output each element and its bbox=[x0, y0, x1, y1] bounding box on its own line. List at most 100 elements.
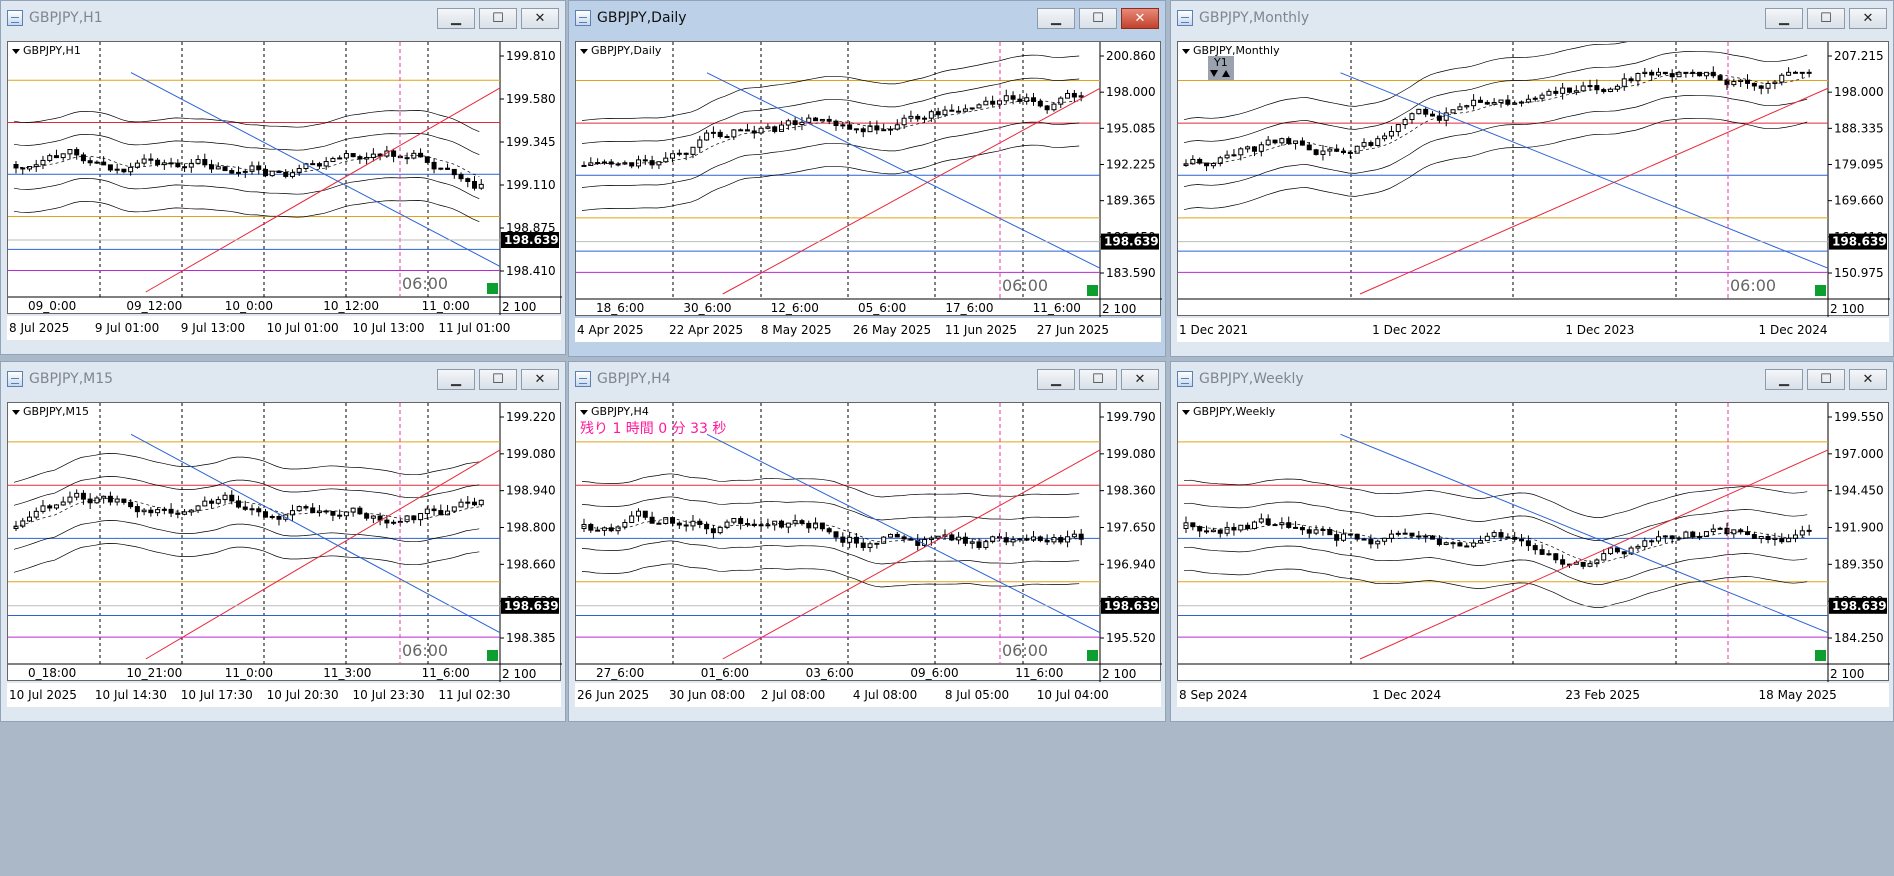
candle bbox=[1621, 551, 1627, 555]
title-bar[interactable]: GBPJPY,M15 ▁ ☐ ✕ bbox=[1, 362, 565, 396]
date-axis-canvas: 26 Jun 2025 30 Jun 08:00 2 Jul 08:00 4 Jul … bbox=[577, 688, 1109, 702]
bollinger-band bbox=[13, 520, 480, 550]
minimize-button[interactable]: ▁ bbox=[1765, 369, 1803, 390]
candle bbox=[1491, 101, 1497, 105]
candle bbox=[1279, 138, 1285, 144]
candle bbox=[1430, 113, 1436, 117]
date-label: 11 Jul 02:30 bbox=[438, 688, 510, 702]
candle bbox=[670, 517, 676, 524]
chart-window-h1[interactable]: GBPJPY,H1 ▁ ☐ ✕ 199.810 199.580 199.345 199.110… bbox=[0, 0, 566, 355]
title-bar[interactable]: GBPJPY,Daily ▁ ☐ ✕ bbox=[569, 1, 1165, 35]
close-button[interactable]: ✕ bbox=[1121, 369, 1159, 390]
candle bbox=[101, 495, 107, 499]
candle bbox=[1779, 74, 1785, 83]
candle bbox=[289, 172, 295, 177]
chart-window-daily[interactable]: GBPJPY,Daily ▁ ☐ ✕ 200.860 198.000 195.085 192.… bbox=[568, 0, 1166, 357]
chart-window-monthly[interactable]: GBPJPY,Monthly ▁ ☐ ✕ 207.215 198.000 188.335 17… bbox=[1170, 0, 1894, 357]
candle bbox=[458, 501, 464, 508]
title-bar[interactable]: GBPJPY,Weekly ▁ ☐ ✕ bbox=[1171, 362, 1893, 396]
candle bbox=[717, 526, 723, 534]
candle bbox=[337, 157, 343, 160]
candle bbox=[765, 524, 771, 527]
candle bbox=[80, 154, 86, 162]
candle bbox=[1498, 532, 1504, 538]
candle bbox=[424, 156, 430, 163]
minimize-button[interactable]: ▁ bbox=[1037, 8, 1075, 29]
candle bbox=[1423, 535, 1429, 538]
minimize-button[interactable]: ▁ bbox=[437, 369, 475, 390]
candle bbox=[1327, 529, 1333, 536]
candle bbox=[1560, 559, 1566, 565]
close-button[interactable]: ✕ bbox=[521, 8, 559, 29]
title-bar[interactable]: GBPJPY,Monthly ▁ ☐ ✕ bbox=[1171, 1, 1893, 35]
candle bbox=[269, 170, 275, 177]
candle bbox=[758, 524, 764, 527]
maximize-button[interactable]: ☐ bbox=[479, 8, 517, 29]
candle bbox=[1044, 539, 1050, 543]
minimize-button[interactable]: ▁ bbox=[1765, 8, 1803, 29]
candle bbox=[1190, 522, 1196, 528]
trend-line-red bbox=[722, 449, 1101, 660]
chart-window-icon bbox=[1177, 371, 1193, 387]
candle bbox=[128, 501, 134, 508]
close-button[interactable]: ✕ bbox=[1849, 8, 1887, 29]
date-label: 10 Jul 2025 bbox=[9, 688, 77, 702]
date-label: 10 Jul 17:30 bbox=[181, 688, 253, 702]
candle bbox=[1751, 82, 1757, 87]
candle bbox=[458, 174, 464, 180]
bollinger-band bbox=[581, 99, 1080, 166]
close-button[interactable]: ✕ bbox=[1849, 369, 1887, 390]
chart-window-weekly[interactable]: GBPJPY,Weekly ▁ ☐ ✕ 199.550 197.000 194.450 191… bbox=[1170, 361, 1894, 722]
close-button[interactable]: ✕ bbox=[521, 369, 559, 390]
maximize-button[interactable]: ☐ bbox=[1079, 8, 1117, 29]
candle bbox=[175, 162, 181, 168]
title-bar[interactable]: GBPJPY,H4 ▁ ☐ ✕ bbox=[569, 362, 1165, 396]
candle bbox=[826, 528, 832, 533]
candle bbox=[799, 520, 805, 524]
date-axis: 10 Jul 2025 10 Jul 14:30 10 Jul 17:30 10 Ju… bbox=[7, 683, 561, 707]
maximize-button[interactable]: ☐ bbox=[479, 369, 517, 390]
candle bbox=[1491, 532, 1497, 537]
candle bbox=[1758, 535, 1764, 539]
candle bbox=[1608, 88, 1614, 93]
maximize-button[interactable]: ☐ bbox=[1807, 8, 1845, 29]
chart-window-m15[interactable]: GBPJPY,M15 ▁ ☐ ✕ 199.220 199.080 198.940 198.80… bbox=[0, 361, 566, 722]
candle bbox=[1443, 542, 1449, 545]
price-chart[interactable]: 200.860198.000195.085192.225189.365186.4… bbox=[575, 41, 1162, 317]
price-chart[interactable]: 199.550197.000194.450191.900189.350186.8… bbox=[1177, 402, 1890, 682]
candle bbox=[635, 510, 641, 517]
candle bbox=[107, 495, 113, 503]
price-chart[interactable]: 207.215198.000188.335179.095169.660160.4… bbox=[1177, 41, 1890, 317]
price-chart[interactable]: 199.220199.080198.940198.800198.660198.5… bbox=[7, 402, 562, 682]
maximize-button[interactable]: ☐ bbox=[1079, 369, 1117, 390]
candle bbox=[445, 167, 451, 170]
date-axis-canvas: 1 Dec 2021 1 Dec 2022 1 Dec 2023 1 Dec 2024 bbox=[1179, 323, 1828, 337]
title-bar[interactable]: GBPJPY,H1 ▁ ☐ ✕ bbox=[1, 1, 565, 35]
candle bbox=[1806, 529, 1812, 532]
candle bbox=[724, 136, 730, 139]
close-button[interactable]: ✕ bbox=[1121, 8, 1159, 29]
chart-window-icon bbox=[7, 10, 23, 26]
candle bbox=[175, 512, 181, 515]
price-chart[interactable]: 199.810 199.580 199.345 199.110 198.875 198.4… bbox=[7, 41, 562, 315]
minimize-button[interactable]: ▁ bbox=[437, 8, 475, 29]
candle bbox=[704, 132, 710, 141]
candle bbox=[1806, 71, 1812, 74]
y-tick-label: 198.000 bbox=[1106, 85, 1156, 99]
candle bbox=[330, 158, 336, 163]
candle bbox=[1525, 98, 1531, 103]
minimize-button[interactable]: ▁ bbox=[1037, 369, 1075, 390]
candle bbox=[935, 535, 941, 539]
x-tick-label: 11_3:00 bbox=[323, 666, 371, 680]
maximize-button[interactable]: ☐ bbox=[1807, 369, 1845, 390]
candle bbox=[1683, 531, 1689, 539]
candle bbox=[1587, 563, 1593, 567]
candle bbox=[1580, 561, 1586, 567]
chart-window-icon bbox=[7, 371, 23, 387]
candle bbox=[249, 508, 255, 511]
chart-window-h4[interactable]: GBPJPY,H4 ▁ ☐ ✕ 199.790 199.080 198.360 197.650… bbox=[568, 361, 1166, 722]
candle bbox=[1566, 87, 1572, 93]
date-label: 26 Jun 2025 bbox=[577, 688, 649, 702]
candle bbox=[1450, 109, 1456, 114]
price-chart[interactable]: 199.790199.080198.360197.650196.940196.2… bbox=[575, 402, 1162, 682]
